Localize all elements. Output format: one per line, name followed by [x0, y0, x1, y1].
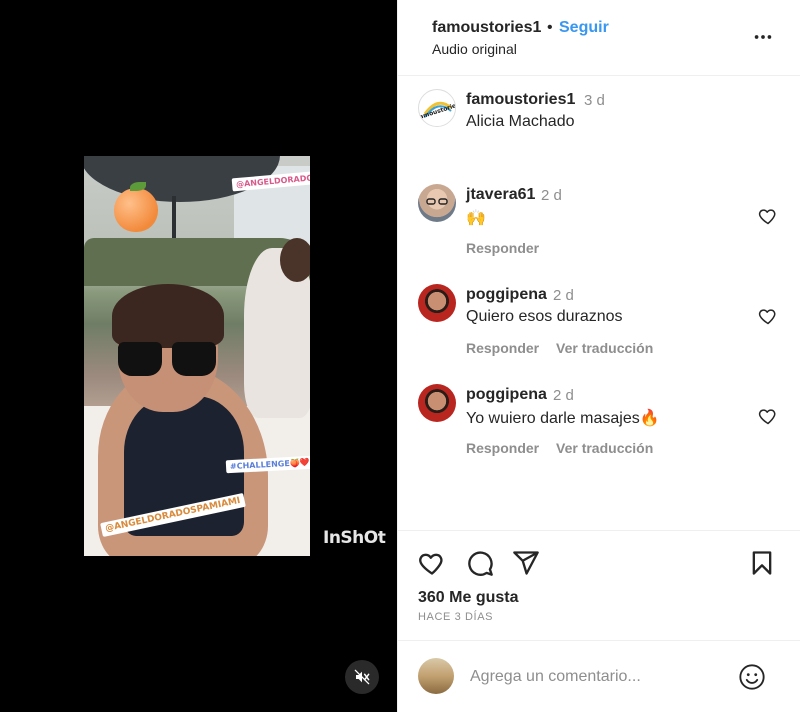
comment-like-heart-icon[interactable] — [758, 206, 778, 226]
post-header: famoustories1 • Seguir Audio original — [398, 0, 800, 76]
comment-item: poggipena 2 d Yo wuiero darle masajes🔥 R… — [398, 384, 800, 474]
comment-time: 2 d — [553, 287, 574, 304]
post-info-panel: famoustories1 • Seguir Audio original fa… — [397, 0, 800, 712]
comment-like-heart-icon[interactable] — [758, 406, 778, 426]
comment-item: jtavera61 2 d 🙌 Responder — [398, 184, 800, 274]
post-date: HACE 3 DÍAS — [418, 611, 494, 623]
caption-text: Alicia Machado — [466, 113, 575, 130]
commenter-avatar[interactable] — [418, 384, 456, 422]
bookmark-icon[interactable] — [748, 549, 776, 577]
famoustories-logo-icon: famoustories — [419, 91, 455, 126]
comment-time: 2 d — [541, 187, 562, 204]
heart-icon[interactable] — [418, 549, 446, 577]
see-translation-button[interactable]: Ver traducción — [556, 340, 653, 356]
current-user-avatar[interactable] — [418, 658, 454, 694]
share-icon[interactable] — [512, 549, 540, 577]
smiley-icon[interactable] — [738, 663, 766, 691]
video-frame[interactable]: @ANGELDORADOSPA #CHALLENGE🍑❤️ @ANGELDORA… — [84, 156, 310, 556]
comment-item: poggipena 2 d Quiero esos duraznos Respo… — [398, 284, 800, 374]
see-translation-button[interactable]: Ver traducción — [556, 440, 653, 456]
likes-count[interactable]: 360 Me gusta — [418, 589, 518, 607]
masseuse-head — [280, 238, 310, 282]
follow-button[interactable]: Seguir — [559, 19, 609, 37]
media-pane[interactable]: @ANGELDORADOSPA #CHALLENGE🍑❤️ @ANGELDORA… — [0, 0, 397, 712]
commenter-avatar[interactable] — [418, 284, 456, 322]
sunglasses — [118, 342, 216, 378]
reply-button[interactable]: Responder — [466, 240, 539, 256]
commenter-avatar[interactable] — [418, 184, 456, 222]
mute-button[interactable] — [345, 660, 379, 694]
reply-button[interactable]: Responder — [466, 340, 539, 356]
post-actions: 360 Me gusta HACE 3 DÍAS — [398, 530, 800, 640]
instagram-post-modal: @ANGELDORADOSPA #CHALLENGE🍑❤️ @ANGELDORA… — [0, 0, 800, 712]
comment-composer — [398, 640, 800, 712]
comment-username[interactable]: poggipena — [466, 386, 547, 404]
comment-text: Yo wuiero darle masajes🔥 — [466, 410, 660, 427]
comment-input[interactable] — [470, 665, 720, 689]
header-username[interactable]: famoustories1 — [432, 19, 541, 37]
comment-like-heart-icon[interactable] — [758, 306, 778, 326]
comment-username[interactable]: poggipena — [466, 286, 547, 304]
glasses-icon — [426, 198, 448, 205]
comment-username[interactable]: jtavera61 — [466, 186, 535, 204]
comment-text: Quiero esos duraznos — [466, 308, 623, 325]
speaker-muted-icon — [354, 669, 370, 685]
more-options-icon[interactable] — [752, 26, 774, 48]
post-author-avatar[interactable]: famoustories — [418, 89, 456, 127]
comment-text: 🙌 — [466, 210, 486, 227]
header-separator: • — [547, 19, 553, 36]
woman-hair — [112, 284, 224, 348]
caption-username[interactable]: famoustories1 — [466, 91, 575, 109]
caption-time: 3 d — [584, 92, 605, 109]
inshot-watermark: InShOt — [323, 528, 386, 548]
audio-link[interactable]: Audio original — [432, 41, 517, 57]
peach-sticker-icon — [114, 182, 158, 232]
reply-button[interactable]: Responder — [466, 440, 539, 456]
comment-icon[interactable] — [466, 549, 494, 577]
comment-time: 2 d — [553, 387, 574, 404]
